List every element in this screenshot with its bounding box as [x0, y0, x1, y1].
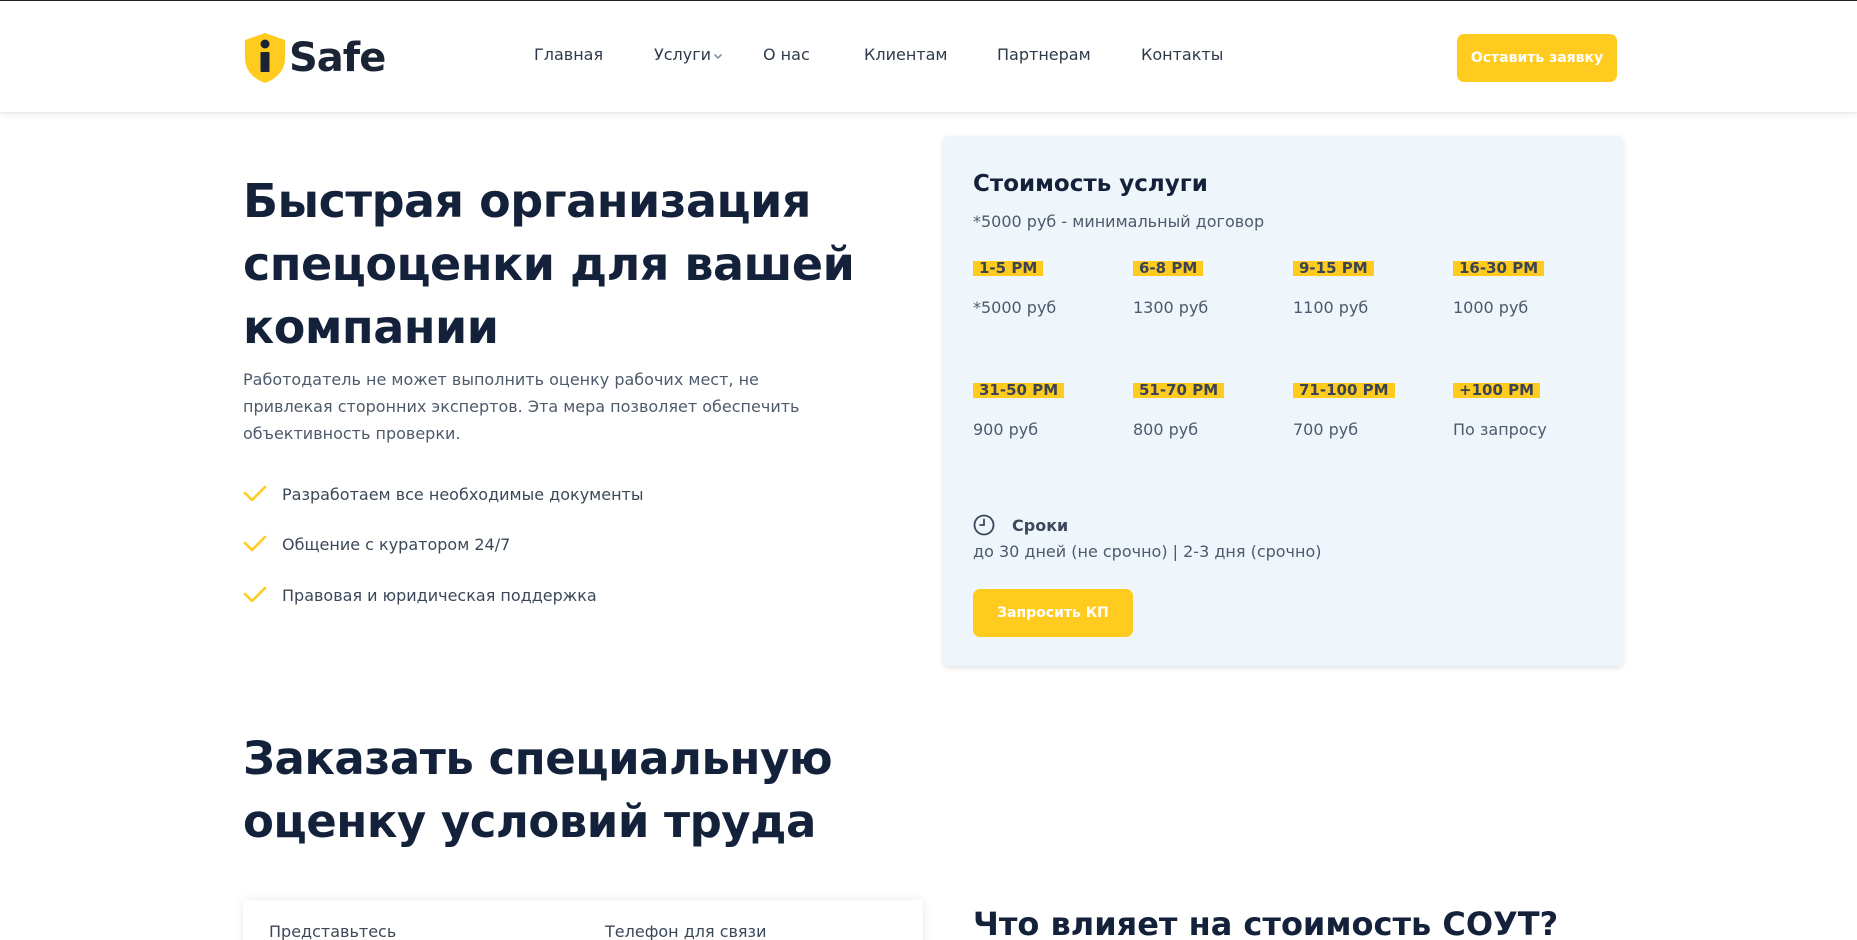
nav-item-home[interactable]: Главная: [534, 45, 603, 64]
tier-price: 1000 руб: [1453, 298, 1529, 317]
nav-item-services-label: Услуги: [654, 45, 712, 64]
terms-header: Сроки: [973, 514, 1068, 536]
pricing-card: Стоимость услуги *5000 руб - минимальный…: [943, 136, 1623, 666]
price-tier: 6-8 РМ 1300 руб: [1133, 260, 1283, 317]
logo-text: Safe: [289, 35, 386, 81]
nav-item-contacts[interactable]: Контакты: [1141, 45, 1223, 64]
price-tier: 31-50 РМ 900 руб: [973, 382, 1123, 439]
check-icon: [243, 535, 267, 552]
feature-text: Разработаем все необходимые документы: [282, 484, 644, 504]
price-tier: 9-15 РМ 1100 руб: [1293, 260, 1443, 317]
tier-range-badge: 6-8 РМ: [1133, 261, 1204, 276]
pricing-subtitle: *5000 руб - минимальный договор: [973, 212, 1265, 231]
chevron-down-icon: [713, 53, 723, 59]
tier-range-badge: 9-15 РМ: [1293, 261, 1374, 276]
tier-range-badge: 51-70 РМ: [1133, 383, 1225, 398]
price-tier: 16-30 РМ 1000 руб: [1453, 260, 1603, 317]
hero-description: Работодатель не может выполнить оценку р…: [243, 370, 800, 443]
feature-text: Правовая и юридическая поддержка: [282, 585, 597, 605]
clock-icon: [973, 514, 995, 536]
tier-price: 1300 руб: [1133, 298, 1209, 317]
price-tier: +100 РМ По запросу: [1453, 382, 1603, 439]
nav-item-clients[interactable]: Клиентам: [864, 45, 947, 64]
feature-item: Разработаем все необходимые документы: [243, 480, 643, 508]
nav-item-services[interactable]: Услуги: [654, 45, 723, 64]
tier-price: По запросу: [1453, 420, 1547, 439]
pricing-title: Стоимость услуги: [973, 171, 1208, 197]
terms-text: до 30 дней (не срочно) | 2-3 дня (срочно…: [973, 542, 1322, 561]
tier-range-badge: 16-30 РМ: [1453, 261, 1545, 276]
order-form: Представьтесь Телефон для связи: [243, 900, 923, 940]
feature-text: Общение с куратором 24/7: [282, 534, 511, 554]
tier-range-badge: +100 РМ: [1453, 383, 1541, 398]
logo[interactable]: Safe: [243, 31, 386, 85]
terms-label: Сроки: [1012, 515, 1069, 535]
cost-factors-title: Что влияет на стоимость СОУТ?: [973, 905, 1559, 940]
tier-range-badge: 31-50 РМ: [973, 383, 1065, 398]
nav-item-about[interactable]: О нас: [763, 45, 810, 64]
tier-price: 700 руб: [1293, 420, 1359, 439]
check-icon: [243, 485, 267, 502]
phone-field-label: Телефон для связи: [605, 922, 767, 940]
name-field-label: Представьтесь: [269, 922, 397, 940]
tier-price: 1100 руб: [1293, 298, 1369, 317]
price-tier: 51-70 РМ 800 руб: [1133, 382, 1283, 439]
price-tier: 71-100 РМ 700 руб: [1293, 382, 1443, 439]
hero-title: Быстрая организация спецоценки для вашей…: [243, 174, 855, 354]
tier-range-badge: 71-100 РМ: [1293, 383, 1395, 398]
request-quote-button[interactable]: Запросить КП: [973, 589, 1133, 637]
feature-item: Правовая и юридическая поддержка: [243, 581, 597, 609]
tier-price: *5000 руб: [973, 298, 1057, 317]
tier-price: 800 руб: [1133, 420, 1199, 439]
tier-price: 900 руб: [973, 420, 1039, 439]
order-section-title: Заказать специальную оценку условий труд…: [243, 732, 833, 848]
leave-request-button[interactable]: Оставить заявку: [1457, 34, 1617, 82]
site-header: Safe Главная Услуги О нас Клиентам Партн…: [0, 1, 1857, 113]
price-tier: 1-5 РМ *5000 руб: [973, 260, 1123, 317]
tier-range-badge: 1-5 РМ: [973, 261, 1044, 276]
nav-item-partners[interactable]: Партнерам: [997, 45, 1091, 64]
check-icon: [243, 586, 267, 603]
shield-logo-icon: [245, 33, 285, 83]
feature-item: Общение с куратором 24/7: [243, 530, 510, 558]
